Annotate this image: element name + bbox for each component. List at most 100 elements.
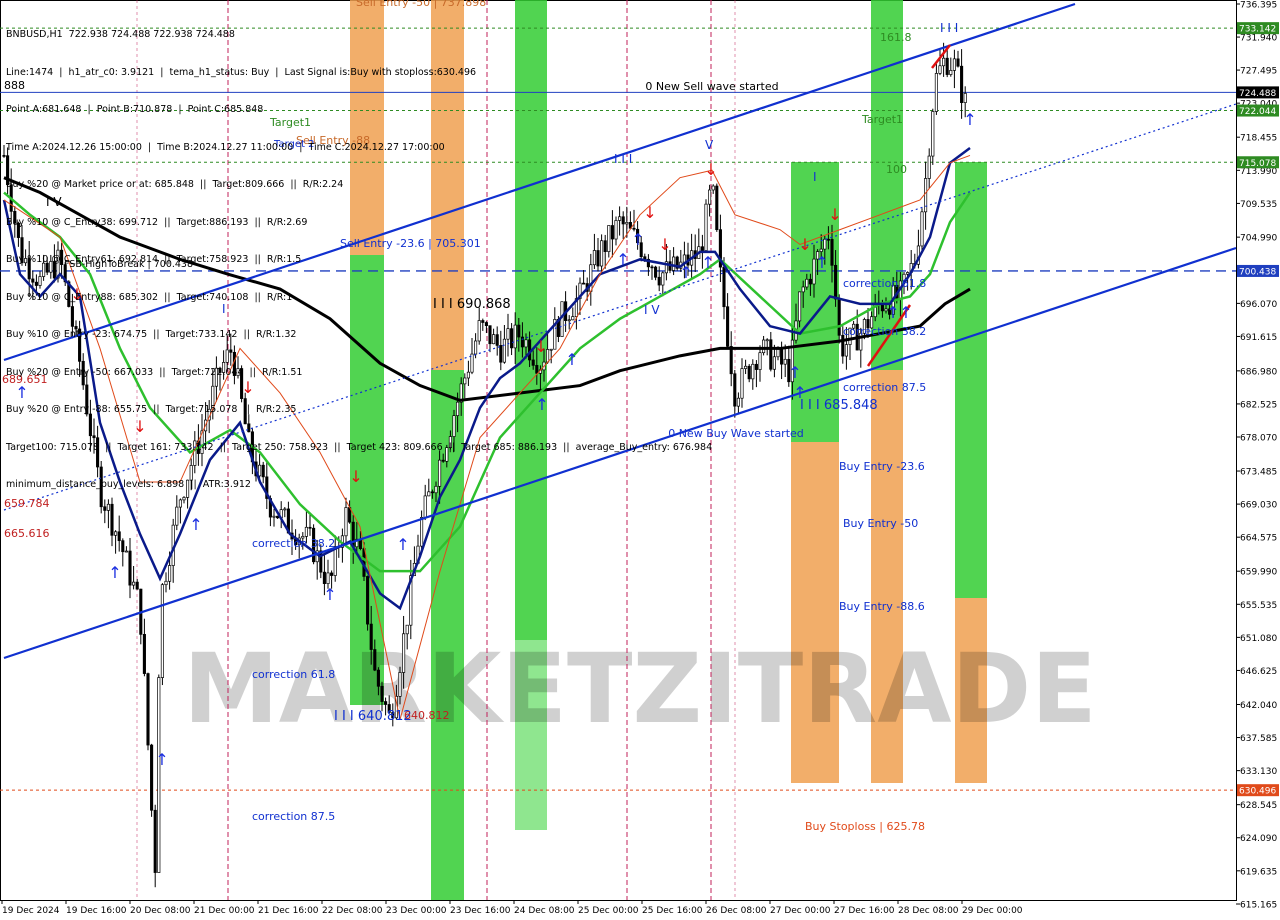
price-tick-label: 651.080: [1240, 634, 1277, 644]
candle-body: [272, 515, 276, 518]
candle-body: [960, 65, 964, 103]
candle-body: [823, 238, 827, 250]
time-tick-label: 24 Dec 08:00: [514, 906, 575, 916]
watermark: MARKETZITRADE: [183, 633, 1097, 745]
candle-body: [931, 111, 935, 157]
time-tick-label: 19 Dec 16:00: [66, 906, 127, 916]
price-tick-label: 646.625: [1240, 667, 1277, 677]
candle-body: [344, 507, 348, 537]
candle-body: [765, 339, 769, 342]
time-tick-label: 21 Dec 16:00: [258, 906, 319, 916]
candle-body: [2, 155, 6, 157]
candle-body: [128, 550, 132, 586]
buy-arrow-icon: ↑: [788, 363, 801, 382]
price-tick-label: 682.525: [1240, 400, 1277, 410]
price-tick-label: 718.455: [1240, 134, 1277, 144]
buy-arrow-icon: ↑: [108, 563, 121, 582]
candle-body: [744, 365, 748, 369]
chart-annotation: correction 61.8: [843, 277, 926, 290]
buy-arrow-icon: ↑: [189, 515, 202, 534]
price-tick-label: 655.535: [1240, 601, 1277, 611]
candle-body: [283, 508, 287, 511]
price-tick-label: 628.545: [1240, 801, 1277, 811]
price-tick-label: 664.575: [1240, 534, 1277, 544]
price-tick-label: 691.615: [1240, 333, 1277, 343]
time-tick-label: 20 Dec 08:00: [130, 906, 191, 916]
chart-annotation: Buy Entry -50: [843, 517, 918, 530]
chart-annotation: 100: [886, 163, 907, 176]
chart-annotation: correction 87.5: [252, 810, 335, 823]
time-tick-label: 25 Dec 00:00: [578, 906, 639, 916]
candle-body: [121, 540, 125, 553]
candle-body: [326, 572, 330, 584]
chart-annotation: correction 38.2: [843, 325, 926, 338]
price-tick-label: 704.990: [1240, 234, 1277, 244]
price-tick-label: 624.090: [1240, 834, 1277, 844]
candle-body: [398, 672, 402, 697]
sell-arrow-icon: ↓: [828, 205, 841, 224]
info-line: Buy %10 @ C_Entry88: 685.302 || Target:7…: [6, 291, 293, 303]
candle-body: [949, 70, 953, 75]
chart-annotation: I I I: [940, 21, 958, 35]
chart-annotation: I I I 640.812: [334, 709, 412, 724]
chart-annotation: correction 61.8: [252, 668, 335, 681]
candle-body: [420, 517, 424, 547]
time-tick-label: 27 Dec 16:00: [834, 906, 895, 916]
candle-body: [841, 334, 845, 357]
price-tag-label: 630.496: [1239, 787, 1276, 797]
sell-arrow-icon: ↓: [798, 235, 811, 254]
candle-body: [880, 304, 884, 312]
price-tag-label: 733.142: [1239, 25, 1276, 35]
candle-body: [956, 58, 960, 67]
price-tick-label: 659.990: [1240, 568, 1277, 578]
candle-body: [366, 576, 370, 625]
candle-body: [142, 633, 146, 674]
price-tick-label: 615.165: [1240, 901, 1277, 911]
price-tick-label: 696.070: [1240, 300, 1277, 310]
chart-annotation: Buy Entry -88.6: [839, 600, 925, 613]
price-tick-label: 709.535: [1240, 200, 1277, 210]
candle-body: [906, 272, 910, 275]
candle-body: [150, 744, 154, 811]
candle-body: [758, 352, 762, 370]
candle-body: [747, 365, 751, 380]
candle-body: [722, 266, 726, 308]
candle-body: [369, 623, 373, 650]
candle-body: [844, 344, 848, 357]
candle-body: [330, 572, 334, 576]
chart-annotation: Buy Entry -23.6: [839, 460, 925, 473]
candle-body: [740, 368, 744, 399]
info-line: Buy %20 @ Market price or at: 685.848 ||…: [6, 179, 344, 190]
price-tick-label: 736.395: [1240, 1, 1277, 11]
chart-annotation: I: [813, 170, 817, 184]
candle-body: [805, 278, 809, 288]
candle-body: [160, 584, 164, 678]
candle-body: [729, 346, 733, 375]
candle-body: [322, 571, 326, 584]
info-line: Point A:681.648 | Point B:710.878 | Poin…: [6, 104, 264, 115]
chart-annotation: Buy Stoploss | 625.78: [805, 820, 925, 833]
candle-body: [168, 565, 172, 582]
candle-body: [135, 581, 139, 590]
candle-body: [808, 278, 812, 285]
info-line: Line:1474 | h1_atr_c0: 3.9121 | tema_h1_…: [6, 66, 477, 78]
buy-arrow-icon: ↑: [886, 303, 899, 322]
candle-body: [798, 291, 802, 322]
price-tag-label: 700.438: [1239, 267, 1276, 277]
candle-body: [837, 298, 841, 336]
info-line: Target100: 715.078 || Target 161: 733.14…: [6, 441, 713, 453]
candle-body: [920, 211, 924, 247]
time-tick-label: 23 Dec 16:00: [450, 906, 511, 916]
time-tick-label: 28 Dec 08:00: [898, 906, 959, 916]
candle-body: [834, 264, 838, 300]
candle-body: [711, 185, 715, 191]
candle-body: [384, 701, 388, 705]
candle-body: [376, 669, 380, 687]
price-tick-label: 637.585: [1240, 734, 1277, 744]
info-line: minimum_distance_buy_levels: 6.898 || AT…: [6, 479, 251, 490]
candle-body: [769, 339, 773, 370]
symbol-header: BNBUSD,H1 722.938 724.488 722.938 724.48…: [6, 29, 235, 40]
candle-body: [333, 546, 337, 576]
candle-body: [751, 363, 755, 380]
candle-body: [801, 286, 805, 293]
